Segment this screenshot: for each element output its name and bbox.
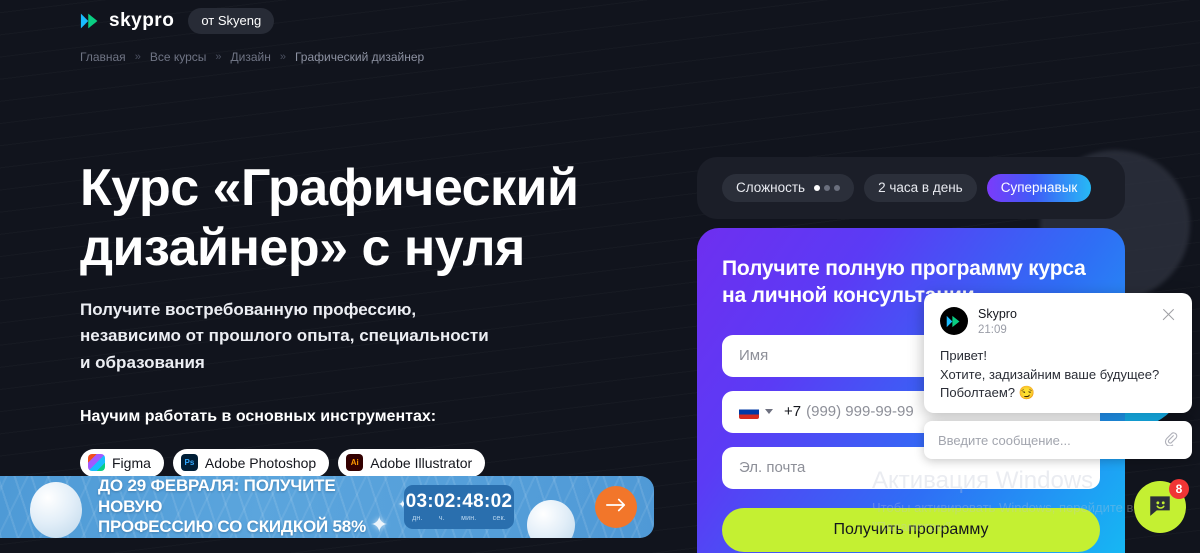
tag-difficulty: Сложность <box>722 174 855 202</box>
breadcrumb-item-design[interactable]: Дизайн <box>231 50 271 64</box>
arrow-right-icon <box>605 497 627 518</box>
breadcrumb-item-home[interactable]: Главная <box>80 50 126 64</box>
phone-country-code: +7 <box>784 403 802 421</box>
logo[interactable]: skypro <box>80 10 174 32</box>
chat-bubble-icon <box>1147 492 1173 523</box>
chevron-down-icon[interactable] <box>765 409 773 415</box>
tag-superskill: Супернавык <box>986 174 1092 202</box>
illustrator-icon: Ai <box>346 454 364 471</box>
skypro-play-logo-icon <box>80 12 102 30</box>
russia-flag-icon <box>739 404 759 419</box>
email-placeholder: Эл. почта <box>739 459 806 477</box>
promo-banner[interactable]: ✦ ✦ ✦ До 29 февраля: получите новую проф… <box>0 476 654 538</box>
tool-chip-photoshop[interactable]: Ps Adobe Photoshop <box>172 449 330 477</box>
promo-arrow-button[interactable] <box>595 486 637 528</box>
site-header: skypro от Skyeng <box>0 0 1200 42</box>
chat-input-placeholder: Введите сообщение... <box>938 432 1071 448</box>
breadcrumb: Главная » Все курсы » Дизайн » Графическ… <box>80 50 424 64</box>
chat-timestamp: 21:09 <box>978 323 1007 336</box>
snowball-decoration-left <box>30 482 82 538</box>
tag-time: 2 часа в день <box>864 174 977 202</box>
paperclip-icon[interactable] <box>1163 431 1178 449</box>
promo-text: До 29 февраля: получите новую профессию … <box>98 476 398 538</box>
promo-text-line-1: До 29 февраля: получите новую <box>98 476 336 516</box>
chat-message-line-3: Поболтаем? 😏 <box>940 385 1035 401</box>
breadcrumb-separator: » <box>279 51 286 63</box>
tool-chip-figma[interactable]: Figma <box>80 449 164 477</box>
tool-label: Adobe Illustrator <box>370 454 473 471</box>
close-icon[interactable] <box>1161 307 1176 322</box>
chat-message-input[interactable]: Введите сообщение... <box>924 421 1192 459</box>
tools-label: Научим работать в основных инструментах: <box>80 408 437 425</box>
countdown-timer: 03:02:48:02 дн. ч. мин. сек. <box>404 485 514 529</box>
name-placeholder: Имя <box>739 347 769 365</box>
breadcrumb-item-all-courses[interactable]: Все курсы <box>150 50 207 64</box>
breadcrumb-separator: » <box>134 51 141 63</box>
unread-badge: 8 <box>1169 479 1189 499</box>
submit-button[interactable]: Получить программу <box>722 507 1100 552</box>
chat-message-line-1: Привет! <box>940 348 987 364</box>
difficulty-label: Сложность <box>736 180 806 195</box>
breadcrumb-separator: » <box>215 51 222 63</box>
chat-message-line-2: Хотите, задизайним ваше будущее? <box>940 366 1160 382</box>
breadcrumb-item-current: Графический дизайнер <box>294 50 425 64</box>
tools-list: Figma Ps Adobe Photoshop Ai Adobe Illust… <box>80 449 486 477</box>
skyeng-badge[interactable]: от Skyeng <box>188 8 275 34</box>
photoshop-icon: Ps <box>180 454 198 471</box>
countdown-label-minutes: мин. <box>461 515 477 522</box>
difficulty-dot-1 <box>814 184 821 191</box>
course-meta-bar: Сложность 2 часа в день Супернавык <box>697 157 1125 219</box>
countdown-label-days: дн. <box>412 515 423 522</box>
tool-label: Adobe Photoshop <box>204 454 317 471</box>
difficulty-dot-3 <box>834 184 841 191</box>
tool-chip-illustrator[interactable]: Ai Adobe Illustrator <box>338 449 486 477</box>
countdown-label-seconds: сек. <box>492 515 506 522</box>
countdown-labels: дн. ч. мин. сек. <box>404 515 514 522</box>
countdown-label-hours: ч. <box>438 515 445 522</box>
page-root: skypro от Skyeng Главная » Все курсы » Д… <box>0 0 1200 553</box>
chat-fab-button[interactable]: 8 <box>1134 479 1189 533</box>
difficulty-dots <box>814 184 841 191</box>
chat-message-body: Привет! Хотите, задизайним ваше будущее?… <box>940 347 1176 402</box>
chat-sender-block: Skypro 21:09 <box>978 307 1017 338</box>
figma-icon <box>88 454 105 471</box>
page-title: Курс «Графический дизайнер» с нуля <box>80 159 579 278</box>
chat-header: Skypro 21:09 <box>940 307 1176 338</box>
logo-text: skypro <box>109 10 175 31</box>
hero-subtitle: Получите востребованную профессию, незав… <box>80 300 489 372</box>
chat-sender-name: Skypro <box>978 307 1017 321</box>
snowball-decoration-right <box>527 500 575 538</box>
chat-popup: Skypro 21:09 Привет! Хотите, задизайним … <box>924 293 1192 413</box>
skypro-avatar-icon <box>940 307 968 335</box>
difficulty-dot-2 <box>824 184 831 191</box>
countdown-value: 03:02:48:02 <box>405 491 513 512</box>
tool-label: Figma <box>112 454 151 471</box>
promo-text-line-2: профессию со скидкой 58% <box>98 517 366 537</box>
phone-placeholder: (999) 999-99-99 <box>806 403 914 421</box>
